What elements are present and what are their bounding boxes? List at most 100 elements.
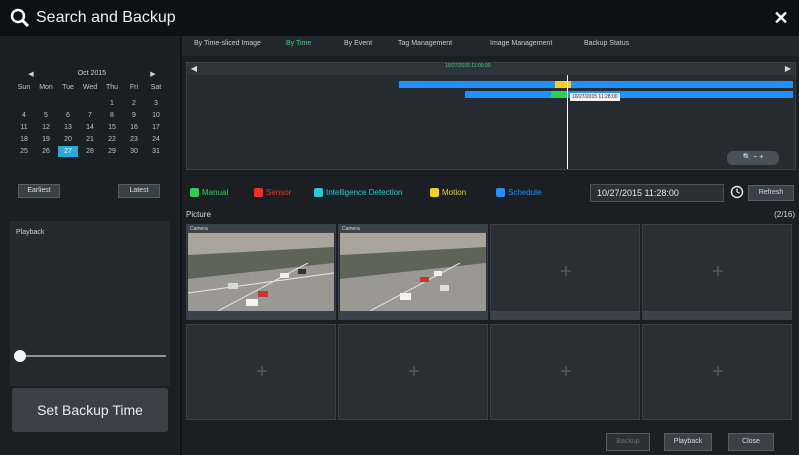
thumbnail[interactable] bbox=[490, 224, 640, 320]
thumbnail[interactable] bbox=[338, 324, 488, 420]
timeline-next-icon[interactable]: ▶ bbox=[783, 63, 793, 75]
calendar-day[interactable]: 1 bbox=[102, 98, 122, 109]
calendar-day[interactable]: 30 bbox=[124, 146, 144, 157]
calendar-day[interactable]: 20 bbox=[58, 134, 78, 145]
title-bar: Search and Backup ✕ bbox=[0, 0, 799, 36]
time-input[interactable]: 10/27/2015 11:28:00 bbox=[590, 184, 724, 202]
tab-backup-status[interactable]: Backup Status bbox=[584, 40, 629, 47]
thumbnail[interactable]: Camera bbox=[338, 224, 488, 320]
thumbnail[interactable] bbox=[490, 324, 640, 420]
timeline-record-bar bbox=[399, 81, 793, 88]
legend-schedule[interactable]: Schedule bbox=[496, 188, 541, 197]
calendar-day[interactable]: 15 bbox=[102, 122, 122, 133]
left-panel: ◀ Oct 2015 ▶ Sun Mon Tue Wed Thu Fri Sat 1 2 3 4 5 6… bbox=[0, 36, 180, 455]
calendar-day[interactable]: 28 bbox=[80, 146, 100, 157]
legend-motion[interactable]: Motion bbox=[430, 188, 466, 197]
playback-slider-track[interactable] bbox=[20, 355, 166, 357]
calendar-day[interactable]: 19 bbox=[36, 134, 56, 145]
calendar-month-year: Oct 2015 bbox=[64, 70, 120, 77]
playback-slider-knob[interactable] bbox=[14, 350, 26, 362]
motion-icon bbox=[430, 188, 439, 197]
thumbnail[interactable]: Camera bbox=[186, 224, 336, 320]
calendar-day[interactable]: 6 bbox=[58, 110, 78, 121]
latest-button[interactable]: Latest bbox=[118, 184, 160, 198]
calendar-day[interactable]: 22 bbox=[102, 134, 122, 145]
calendar-day[interactable]: 25 bbox=[14, 146, 34, 157]
tab-by-time-sliced-image[interactable]: By Time-sliced Image bbox=[194, 40, 261, 47]
calendar-weekday: Sun bbox=[17, 84, 31, 91]
search-icon bbox=[10, 8, 30, 28]
intelligence-detection-icon bbox=[314, 188, 323, 197]
calendar-day[interactable]: 14 bbox=[80, 122, 100, 133]
thumbnail[interactable] bbox=[642, 324, 792, 420]
playback-panel: Playback bbox=[10, 221, 170, 386]
calendar-day[interactable]: 4 bbox=[14, 110, 34, 121]
calendar-weekday: Fri bbox=[129, 84, 139, 91]
legend-label: Schedule bbox=[508, 188, 542, 197]
thumbnail[interactable] bbox=[186, 324, 336, 420]
calendar-next-icon[interactable]: ▶ bbox=[146, 70, 160, 78]
calendar-day[interactable]: 24 bbox=[146, 134, 166, 145]
thumbnail-label: Camera bbox=[187, 225, 335, 233]
tab-by-event[interactable]: By Event bbox=[344, 40, 372, 47]
timeline-tooltip: 10/27/2015 11:28:00 bbox=[570, 93, 620, 101]
calendar-day[interactable]: 17 bbox=[146, 122, 166, 133]
legend-sensor[interactable]: Sensor bbox=[254, 188, 291, 197]
thumbnail[interactable] bbox=[642, 224, 792, 320]
playback-button[interactable]: Playback bbox=[664, 433, 712, 451]
calendar-day[interactable]: 12 bbox=[36, 122, 56, 133]
clock-icon[interactable] bbox=[730, 185, 744, 199]
calendar-day[interactable]: 7 bbox=[80, 110, 100, 121]
thumbnail-label: Camera bbox=[339, 225, 487, 233]
calendar-day[interactable]: 16 bbox=[124, 122, 144, 133]
calendar-day[interactable]: 26 bbox=[36, 146, 56, 157]
empty-slot-icon bbox=[257, 366, 267, 376]
calendar-day[interactable]: 8 bbox=[102, 110, 122, 121]
timeline-scale bbox=[187, 63, 795, 75]
calendar-day[interactable]: 2 bbox=[124, 98, 144, 109]
calendar-day[interactable]: 13 bbox=[58, 122, 78, 133]
close-icon[interactable]: ✕ bbox=[771, 8, 791, 28]
picture-label: Picture bbox=[186, 210, 211, 219]
empty-slot-icon bbox=[713, 366, 723, 376]
close-button[interactable]: Close bbox=[728, 433, 774, 451]
refresh-button[interactable]: Refresh bbox=[748, 185, 794, 201]
window-title: Search and Backup bbox=[36, 9, 176, 26]
calendar-day[interactable]: 11 bbox=[14, 122, 34, 133]
picture-count: (2/16) bbox=[774, 210, 795, 219]
tab-tag-management[interactable]: Tag Management bbox=[398, 40, 452, 47]
timeline-prev-icon[interactable]: ◀ bbox=[189, 63, 199, 75]
legend-intelligence-detection[interactable]: Intelligence Detection bbox=[314, 188, 403, 197]
thumbnail-footer bbox=[491, 311, 639, 319]
calendar-day[interactable]: 21 bbox=[80, 134, 100, 145]
calendar-day[interactable]: 31 bbox=[146, 146, 166, 157]
sensor-icon bbox=[254, 188, 263, 197]
timeline-manual-segment bbox=[551, 91, 567, 98]
timeline-zoom-control[interactable]: 🔍 − + bbox=[727, 151, 779, 165]
timeline[interactable]: ◀ ▶ 10/27/2015 11:00:00 10/27/2015 11:28… bbox=[186, 62, 796, 170]
calendar-prev-icon[interactable]: ◀ bbox=[24, 70, 38, 78]
calendar-day[interactable]: 3 bbox=[146, 98, 166, 109]
timeline-cursor[interactable] bbox=[567, 75, 568, 169]
empty-slot-icon bbox=[713, 266, 723, 276]
calendar-day[interactable]: 18 bbox=[14, 134, 34, 145]
calendar-day[interactable]: 27 bbox=[58, 146, 78, 157]
calendar-day[interactable]: 29 bbox=[102, 146, 122, 157]
legend-manual[interactable]: Manual bbox=[190, 188, 228, 197]
tab-image-management[interactable]: Image Management bbox=[490, 40, 552, 47]
calendar-day[interactable]: 10 bbox=[146, 110, 166, 121]
calendar-header: ◀ Oct 2015 ▶ bbox=[14, 70, 170, 82]
earliest-button[interactable]: Earliest bbox=[18, 184, 60, 198]
calendar-year: 2015 bbox=[90, 70, 107, 77]
highway-image bbox=[340, 233, 486, 311]
set-backup-time-button[interactable]: Set Backup Time bbox=[12, 388, 168, 432]
backup-button[interactable]: Backup bbox=[606, 433, 650, 451]
calendar-day[interactable]: 9 bbox=[124, 110, 144, 121]
calendar-day[interactable]: 5 bbox=[36, 110, 56, 121]
calendar-weekday: Tue bbox=[62, 84, 74, 91]
tab-by-time[interactable]: By Time bbox=[286, 40, 311, 47]
legend-label: Manual bbox=[202, 188, 229, 197]
calendar-day[interactable]: 23 bbox=[124, 134, 144, 145]
thumbnail-footer bbox=[187, 311, 335, 319]
thumbnail-footer bbox=[643, 311, 791, 319]
